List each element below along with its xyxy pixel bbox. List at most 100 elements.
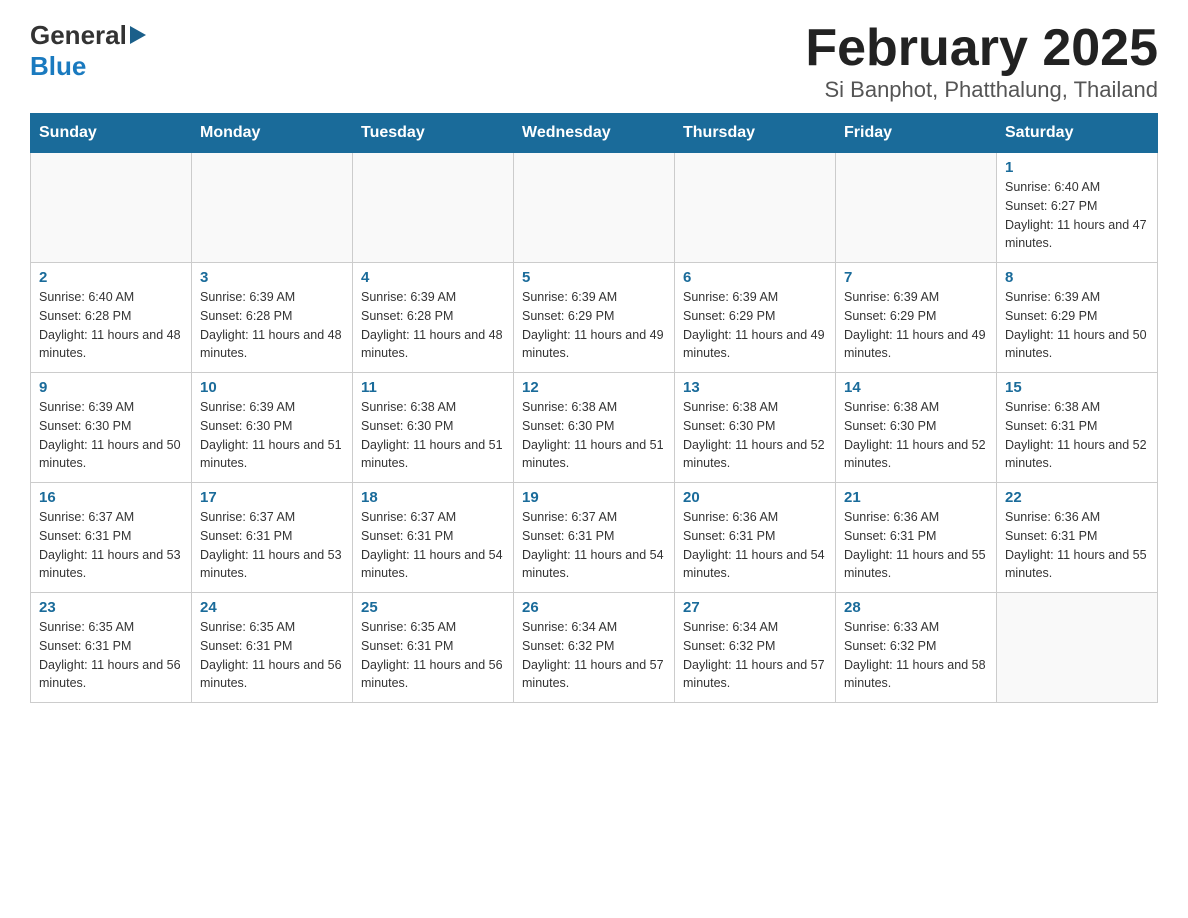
day-info: Sunrise: 6:39 AMSunset: 6:28 PMDaylight:… [200,288,344,363]
day-number: 22 [1005,489,1149,506]
calendar-cell: 18 Sunrise: 6:37 AMSunset: 6:31 PMDayligh… [353,483,514,593]
day-info: Sunrise: 6:39 AMSunset: 6:29 PMDaylight:… [683,288,827,363]
calendar-cell: 21 Sunrise: 6:36 AMSunset: 6:31 PMDayligh… [836,483,997,593]
day-info: Sunrise: 6:35 AMSunset: 6:31 PMDaylight:… [200,618,344,693]
calendar-cell [836,153,997,263]
day-number: 12 [522,379,666,396]
day-info: Sunrise: 6:40 AMSunset: 6:27 PMDaylight:… [1005,178,1149,253]
day-info: Sunrise: 6:39 AMSunset: 6:29 PMDaylight:… [1005,288,1149,363]
calendar-title: February 2025 [805,20,1158,77]
calendar-week-row: 1 Sunrise: 6:40 AMSunset: 6:27 PMDaylight… [31,153,1158,263]
calendar-cell: 11 Sunrise: 6:38 AMSunset: 6:30 PMDayligh… [353,373,514,483]
calendar-cell: 26 Sunrise: 6:34 AMSunset: 6:32 PMDayligh… [514,593,675,703]
day-number: 3 [200,269,344,286]
calendar-week-row: 2 Sunrise: 6:40 AMSunset: 6:28 PMDaylight… [31,263,1158,373]
day-info: Sunrise: 6:38 AMSunset: 6:30 PMDaylight:… [361,398,505,473]
day-number: 17 [200,489,344,506]
calendar-cell: 7 Sunrise: 6:39 AMSunset: 6:29 PMDaylight… [836,263,997,373]
calendar-cell [31,153,192,263]
calendar-cell [997,593,1158,703]
day-number: 8 [1005,269,1149,286]
day-number: 20 [683,489,827,506]
calendar-cell: 12 Sunrise: 6:38 AMSunset: 6:30 PMDayligh… [514,373,675,483]
calendar-cell: 24 Sunrise: 6:35 AMSunset: 6:31 PMDayligh… [192,593,353,703]
calendar-cell [675,153,836,263]
day-info: Sunrise: 6:39 AMSunset: 6:28 PMDaylight:… [361,288,505,363]
day-number: 4 [361,269,505,286]
calendar-cell: 3 Sunrise: 6:39 AMSunset: 6:28 PMDaylight… [192,263,353,373]
logo: General Blue [30,20,146,82]
day-info: Sunrise: 6:38 AMSunset: 6:30 PMDaylight:… [844,398,988,473]
calendar-cell: 16 Sunrise: 6:37 AMSunset: 6:31 PMDayligh… [31,483,192,593]
calendar-cell: 14 Sunrise: 6:38 AMSunset: 6:30 PMDayligh… [836,373,997,483]
day-number: 15 [1005,379,1149,396]
day-info: Sunrise: 6:37 AMSunset: 6:31 PMDaylight:… [200,508,344,583]
day-number: 2 [39,269,183,286]
calendar-cell [514,153,675,263]
day-info: Sunrise: 6:37 AMSunset: 6:31 PMDaylight:… [361,508,505,583]
day-info: Sunrise: 6:38 AMSunset: 6:30 PMDaylight:… [522,398,666,473]
day-number: 1 [1005,159,1149,176]
calendar-week-row: 23 Sunrise: 6:35 AMSunset: 6:31 PMDayligh… [31,593,1158,703]
day-info: Sunrise: 6:36 AMSunset: 6:31 PMDaylight:… [683,508,827,583]
logo-general-text: General [30,20,127,51]
day-info: Sunrise: 6:38 AMSunset: 6:30 PMDaylight:… [683,398,827,473]
weekday-header-monday: Monday [192,114,353,153]
day-info: Sunrise: 6:39 AMSunset: 6:29 PMDaylight:… [844,288,988,363]
day-info: Sunrise: 6:39 AMSunset: 6:30 PMDaylight:… [39,398,183,473]
page-header: General Blue February 2025 Si Banphot, P… [30,20,1158,103]
day-number: 7 [844,269,988,286]
calendar-week-row: 16 Sunrise: 6:37 AMSunset: 6:31 PMDayligh… [31,483,1158,593]
calendar-cell: 17 Sunrise: 6:37 AMSunset: 6:31 PMDayligh… [192,483,353,593]
logo-triangle-icon [130,26,146,49]
calendar-cell: 28Sunrise: 6:33 AMSunset: 6:32 PMDayligh… [836,593,997,703]
day-info: Sunrise: 6:34 AMSunset: 6:32 PMDaylight:… [683,618,827,693]
day-number: 24 [200,599,344,616]
day-info: Sunrise: 6:35 AMSunset: 6:31 PMDaylight:… [39,618,183,693]
day-number: 11 [361,379,505,396]
day-number: 5 [522,269,666,286]
calendar-cell: 22 Sunrise: 6:36 AMSunset: 6:31 PMDayligh… [997,483,1158,593]
day-number: 18 [361,489,505,506]
calendar-cell [353,153,514,263]
day-number: 26 [522,599,666,616]
day-number: 16 [39,489,183,506]
day-number: 19 [522,489,666,506]
calendar-cell: 15 Sunrise: 6:38 AMSunset: 6:31 PMDayligh… [997,373,1158,483]
calendar-title-area: February 2025 Si Banphot, Phatthalung, T… [805,20,1158,103]
day-number: 21 [844,489,988,506]
day-info: Sunrise: 6:34 AMSunset: 6:32 PMDaylight:… [522,618,666,693]
weekday-header-tuesday: Tuesday [353,114,514,153]
calendar-cell: 4 Sunrise: 6:39 AMSunset: 6:28 PMDaylight… [353,263,514,373]
calendar-cell: 23 Sunrise: 6:35 AMSunset: 6:31 PMDayligh… [31,593,192,703]
weekday-header-friday: Friday [836,114,997,153]
logo-blue-text: Blue [30,51,86,81]
day-number: 10 [200,379,344,396]
calendar-cell: 9 Sunrise: 6:39 AMSunset: 6:30 PMDaylight… [31,373,192,483]
calendar-cell: 10 Sunrise: 6:39 AMSunset: 6:30 PMDayligh… [192,373,353,483]
day-info: Sunrise: 6:37 AMSunset: 6:31 PMDaylight:… [522,508,666,583]
day-info: Sunrise: 6:37 AMSunset: 6:31 PMDaylight:… [39,508,183,583]
calendar-cell: 8 Sunrise: 6:39 AMSunset: 6:29 PMDaylight… [997,263,1158,373]
calendar-subtitle: Si Banphot, Phatthalung, Thailand [805,77,1158,103]
calendar-table: SundayMondayTuesdayWednesdayThursdayFrid… [30,113,1158,703]
calendar-header-row: SundayMondayTuesdayWednesdayThursdayFrid… [31,114,1158,153]
weekday-header-wednesday: Wednesday [514,114,675,153]
day-number: 23 [39,599,183,616]
day-info: Sunrise: 6:38 AMSunset: 6:31 PMDaylight:… [1005,398,1149,473]
calendar-cell: 27Sunrise: 6:34 AMSunset: 6:32 PMDayligh… [675,593,836,703]
calendar-week-row: 9 Sunrise: 6:39 AMSunset: 6:30 PMDaylight… [31,373,1158,483]
day-info: Sunrise: 6:39 AMSunset: 6:30 PMDaylight:… [200,398,344,473]
day-number: 13 [683,379,827,396]
day-number: 14 [844,379,988,396]
calendar-cell: 6Sunrise: 6:39 AMSunset: 6:29 PMDaylight… [675,263,836,373]
day-info: Sunrise: 6:36 AMSunset: 6:31 PMDaylight:… [844,508,988,583]
day-info: Sunrise: 6:40 AMSunset: 6:28 PMDaylight:… [39,288,183,363]
weekday-header-saturday: Saturday [997,114,1158,153]
calendar-cell: 5Sunrise: 6:39 AMSunset: 6:29 PMDaylight… [514,263,675,373]
calendar-cell: 2 Sunrise: 6:40 AMSunset: 6:28 PMDaylight… [31,263,192,373]
weekday-header-thursday: Thursday [675,114,836,153]
day-number: 9 [39,379,183,396]
day-number: 25 [361,599,505,616]
day-info: Sunrise: 6:36 AMSunset: 6:31 PMDaylight:… [1005,508,1149,583]
